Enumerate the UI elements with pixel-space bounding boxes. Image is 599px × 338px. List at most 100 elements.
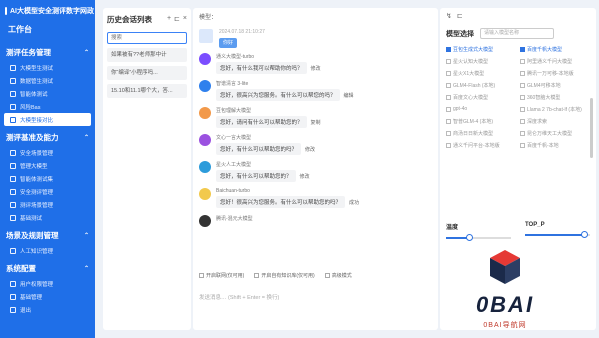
model-checkbox[interactable]: 百度千帆大模型 <box>520 45 590 53</box>
nav-item-icon <box>10 116 16 123</box>
sidebar-section[interactable]: 测评基准及能力 ⌃ <box>0 126 95 146</box>
history-title: 历史会话列表 <box>107 14 152 24</box>
checkbox-icon <box>199 273 204 279</box>
reply-action-button[interactable]: 编辑 <box>344 92 354 99</box>
history-header: 历史会话列表 + ⊏ × <box>107 12 187 26</box>
sidebar-item[interactable]: 智能体测试 <box>0 87 95 100</box>
model-checkbox[interactable]: 阿里通义千问大模型 <box>520 57 590 65</box>
model-label: GLM4-Flash (本地) <box>453 82 496 89</box>
sidebar-item[interactable]: 测评场景管理 <box>0 198 95 211</box>
model-checkbox[interactable]: GLM4-Flash (本地) <box>446 81 516 89</box>
chat-option-checkbox[interactable]: 开启自有知识库(仅可用) <box>254 272 315 279</box>
sidebar-section[interactable]: 系统配置 ⌃ <box>0 257 95 277</box>
chevron-up-icon: ⌃ <box>83 50 89 56</box>
reply-row: 您好，有什么我可以帮助你的吗？ 修改 <box>216 62 432 74</box>
model-list-scrollbar[interactable] <box>590 98 593 158</box>
sidebar-item-label: 智能体测试 <box>20 91 48 98</box>
model-checkbox[interactable]: 智普GLM-4 (本地) <box>446 117 516 125</box>
watermark: 0BAI 0BAI导航网 <box>440 242 570 338</box>
sidebar-item[interactable]: 退出 <box>0 303 95 316</box>
model-checkbox[interactable]: 豆包生成式大模型 <box>446 45 516 53</box>
model-checkbox[interactable]: 昆仑万维天工大模型 <box>520 129 590 137</box>
sidebar-section[interactable]: 场景及规则管理 ⌃ <box>0 224 95 244</box>
model-checkbox[interactable]: 通义千问平台-本地版 <box>446 141 516 149</box>
workspace-link[interactable]: 工作台 <box>0 20 95 41</box>
panel-icon[interactable]: ⊏ <box>457 12 463 20</box>
sidebar-item[interactable]: 风险Bas <box>0 100 95 113</box>
history-item[interactable]: 你“编译”小程序吗... <box>107 66 187 80</box>
sidebar-section[interactable]: 测评任务管理 ⌃ <box>0 41 95 61</box>
model-avatar <box>199 161 211 173</box>
model-checkbox[interactable]: 星火认知大模型 <box>446 57 516 65</box>
model-checkbox[interactable]: 商汤日日新大模型 <box>446 129 516 137</box>
sidebar-item[interactable]: 安全测评管理 <box>0 185 95 198</box>
reply-action-button[interactable]: 修改 <box>311 65 321 72</box>
temperature-label: 温度 <box>446 225 459 231</box>
sidebar-item[interactable]: 人工知识管理 <box>0 244 95 257</box>
sidebar-item[interactable]: 基础测试 <box>0 211 95 224</box>
sidebar-section-title: 系统配置 <box>6 264 36 273</box>
model-checkbox[interactable]: 360智脑大模型 <box>520 93 590 101</box>
chat-option-checkbox[interactable]: 开启联网(仅可用) <box>199 272 244 279</box>
sidebar-item[interactable]: 大模型生测试 <box>0 61 95 74</box>
model-label: 百度千帆大模型 <box>527 46 563 53</box>
reply-action-button[interactable]: 修改 <box>300 173 310 180</box>
model-checkbox[interactable]: gpt-4o <box>446 105 516 113</box>
reply-action-button[interactable]: 复制 <box>311 119 321 126</box>
model-checkbox[interactable]: 深度求索 <box>520 117 590 125</box>
history-search-input[interactable] <box>107 32 187 44</box>
sidebar-item[interactable]: 用户权限管理 <box>0 277 95 290</box>
sidebar-item-label: 数据管生测试 <box>20 78 54 85</box>
model-search-input[interactable]: 请输入模型名称 <box>480 28 554 39</box>
add-icon[interactable]: + <box>167 15 171 23</box>
sidebar-nav: 测评任务管理 ⌃ 大模型生测试数据管生测试 智能体测试风险Bas 大模型接对比测评基准及… <box>0 41 95 316</box>
history-panel: 历史会话列表 + ⊏ × 如果被有??老师那中计你“编译”小程序吗... 15.1… <box>103 8 191 330</box>
close-icon[interactable]: × <box>183 15 187 23</box>
sidebar-item[interactable]: 智能体测试集 <box>0 172 95 185</box>
reply-action-button[interactable]: 成功 <box>349 199 359 206</box>
temperature-slider[interactable] <box>446 234 511 241</box>
reply-bubble: 您好，有什么可以帮助您的？ <box>216 170 296 182</box>
topp-slider[interactable] <box>525 231 590 238</box>
sidebar-item[interactable]: 基础管理 <box>0 290 95 303</box>
reply-bubble: 您好，有什么我可以帮助你的吗？ <box>216 62 307 74</box>
chat-input[interactable]: 发送消息… (Shift + Enter = 换行) <box>199 293 432 301</box>
param-sliders: 温度 TOP_P <box>446 222 590 241</box>
topp-slider-handle[interactable] <box>580 231 588 238</box>
sidebar-section-title: 测评任务管理 <box>6 48 51 57</box>
nav-item-icon <box>10 306 16 313</box>
reply-bubble: 您好，请问有什么可以帮助您的？ <box>216 116 307 128</box>
chat-option-label: 开启联网(仅可用) <box>206 273 245 279</box>
collapse-icon[interactable]: ⊏ <box>174 15 180 23</box>
model-label: 星火认知大模型 <box>453 58 489 65</box>
checkbox-icon <box>446 130 451 136</box>
flash-icon[interactable]: ↯ <box>446 12 452 20</box>
logo-icon <box>5 7 7 15</box>
temperature-slider-rest <box>468 237 511 239</box>
history-item[interactable]: 15.10和11.1哪个大，答... <box>107 84 187 98</box>
model-checkbox[interactable]: 百度文心大模型 <box>446 93 516 101</box>
history-item[interactable]: 如果被有??老师那中计 <box>107 48 187 62</box>
sidebar-item[interactable]: 管理大模型 <box>0 159 95 172</box>
reply-action-button[interactable]: 修改 <box>305 146 315 153</box>
sidebar-item-label: 大模型接对比 <box>20 117 54 124</box>
nav-item-icon <box>10 214 16 221</box>
temperature-slider-handle[interactable] <box>465 234 473 241</box>
sidebar-item[interactable]: 安全场景管理 <box>0 146 95 159</box>
reply-row: 您好！很高兴为您服务。有什么可以帮助您的吗？ 成功 <box>216 196 432 208</box>
topp-label: TOP_P <box>525 222 545 228</box>
watermark-cube-icon <box>490 250 520 284</box>
model-checkbox[interactable]: 百度千帆-本地 <box>520 141 590 149</box>
sidebar-item[interactable]: 大模型接对比 <box>4 113 91 126</box>
model-avatar <box>199 80 211 92</box>
chat-option-checkbox[interactable]: 高级模式 <box>324 272 352 279</box>
model-checkbox[interactable]: Llama 2 7b-chat-lf (本地) <box>520 105 590 113</box>
model-checkbox[interactable]: 星火X1大模型 <box>446 69 516 77</box>
watermark-text: 0BAI <box>475 292 535 317</box>
model-checkbox[interactable]: GLM4可移本地 <box>520 81 590 89</box>
sidebar-item[interactable]: 数据管生测试 <box>0 74 95 87</box>
model-checkbox[interactable]: 腾讯一万可移-本地版 <box>520 69 590 77</box>
model-label: 通义千问平台-本地版 <box>453 142 500 149</box>
model-name: 腾讯-混元大模型 <box>216 216 253 222</box>
reply-bubble: 您好，有什么可以帮助您的吗？ <box>216 143 302 155</box>
